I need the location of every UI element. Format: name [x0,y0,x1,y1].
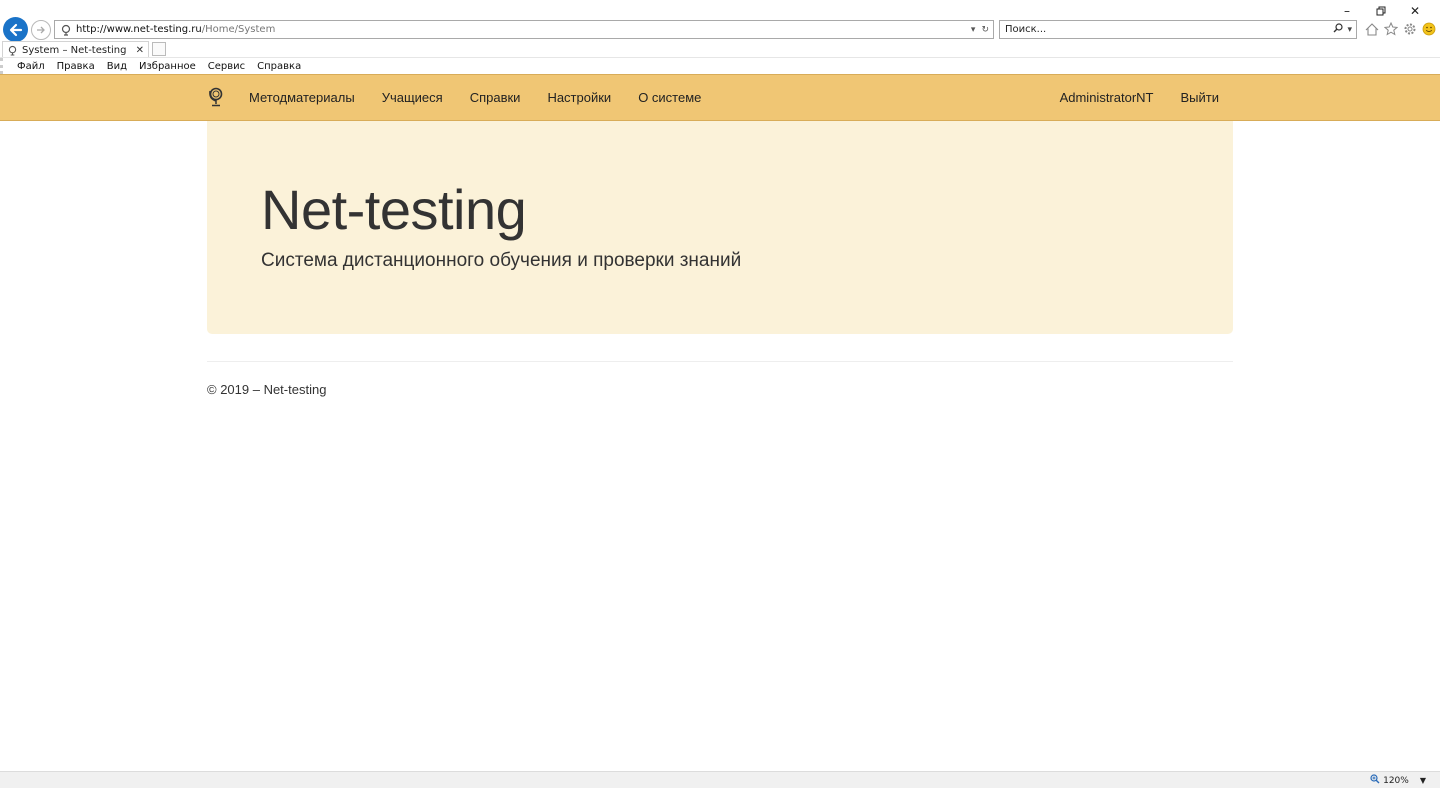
nav-methodmaterials[interactable]: Методматериалы [249,90,355,105]
magnifier-zoom-icon [1370,774,1380,787]
menu-file[interactable]: Файл [17,61,45,72]
browser-tab[interactable]: System – Net-testing ✕ [2,41,149,58]
back-arrow-icon [9,23,22,36]
back-button[interactable] [3,17,28,42]
page-title: Net-testing [261,178,527,241]
smiley-icon[interactable] [1421,20,1437,38]
refresh-icon[interactable]: ↻ [981,25,989,35]
close-icon[interactable]: ✕ [1398,2,1432,20]
nav-logout[interactable]: Выйти [1181,90,1220,105]
menu-edit[interactable]: Правка [57,61,95,72]
page-subtitle: Система дистанционного обучения и провер… [261,250,742,271]
menu-favorites[interactable]: Избранное [139,61,196,72]
menu-view[interactable]: Вид [107,61,127,72]
nav-user[interactable]: AdministratorNT [1060,90,1154,105]
home-icon[interactable] [1364,20,1380,38]
gear-icon[interactable] [1402,20,1418,38]
tab-close-icon[interactable]: ✕ [136,45,144,56]
brand-globe-icon[interactable] [207,87,225,109]
footer-copyright: © 2019 – Net-testing [207,382,327,397]
forward-button[interactable] [31,20,51,40]
new-tab-button[interactable] [152,42,166,56]
menu-bar: Файл Правка Вид Избранное Сервис Справка [0,58,1440,74]
browser-chrome: – ✕ http://www.net-testing.ru/Home/Syste… [0,0,1440,74]
site-globe-icon [58,22,74,38]
search-dropdown-icon[interactable]: ▾ [1347,25,1352,35]
search-icon[interactable] [1333,23,1344,36]
zoom-control[interactable]: 120% ▼ [1370,774,1426,787]
restore-icon[interactable] [1364,2,1398,20]
browser-toolbar-icons [1364,20,1437,38]
jumbotron: Net-testing Система дистанционного обуче… [207,121,1233,334]
url-host: http://www.net-testing.ru [76,24,202,35]
nav-about-system[interactable]: О системе [638,90,701,105]
site-navbar: Методматериалы Учащиеся Справки Настройк… [0,74,1440,121]
tab-title: System – Net-testing [22,44,127,56]
search-input[interactable] [1005,24,1315,35]
zoom-dropdown-icon[interactable]: ▼ [1420,776,1426,785]
menu-tools[interactable]: Сервис [208,61,245,72]
menu-help[interactable]: Справка [257,61,301,72]
zoom-level: 120% [1383,775,1409,786]
status-bar: 120% ▼ [0,771,1440,788]
nav-settings[interactable]: Настройки [547,90,611,105]
search-bar: ▾ [999,20,1357,39]
forward-arrow-icon [37,26,45,34]
window-controls: – ✕ [1330,2,1432,20]
tab-globe-icon [5,45,19,56]
nav-students[interactable]: Учащиеся [382,90,443,105]
footer-divider [207,361,1233,362]
favorites-star-icon[interactable] [1383,20,1399,38]
nav-references[interactable]: Справки [470,90,521,105]
address-bar[interactable]: http://www.net-testing.ru/Home/System ▾ … [54,20,994,39]
address-dropdown-icon[interactable]: ▾ [971,25,976,35]
url-path: /Home/System [201,24,276,35]
minimize-icon[interactable]: – [1330,2,1364,20]
